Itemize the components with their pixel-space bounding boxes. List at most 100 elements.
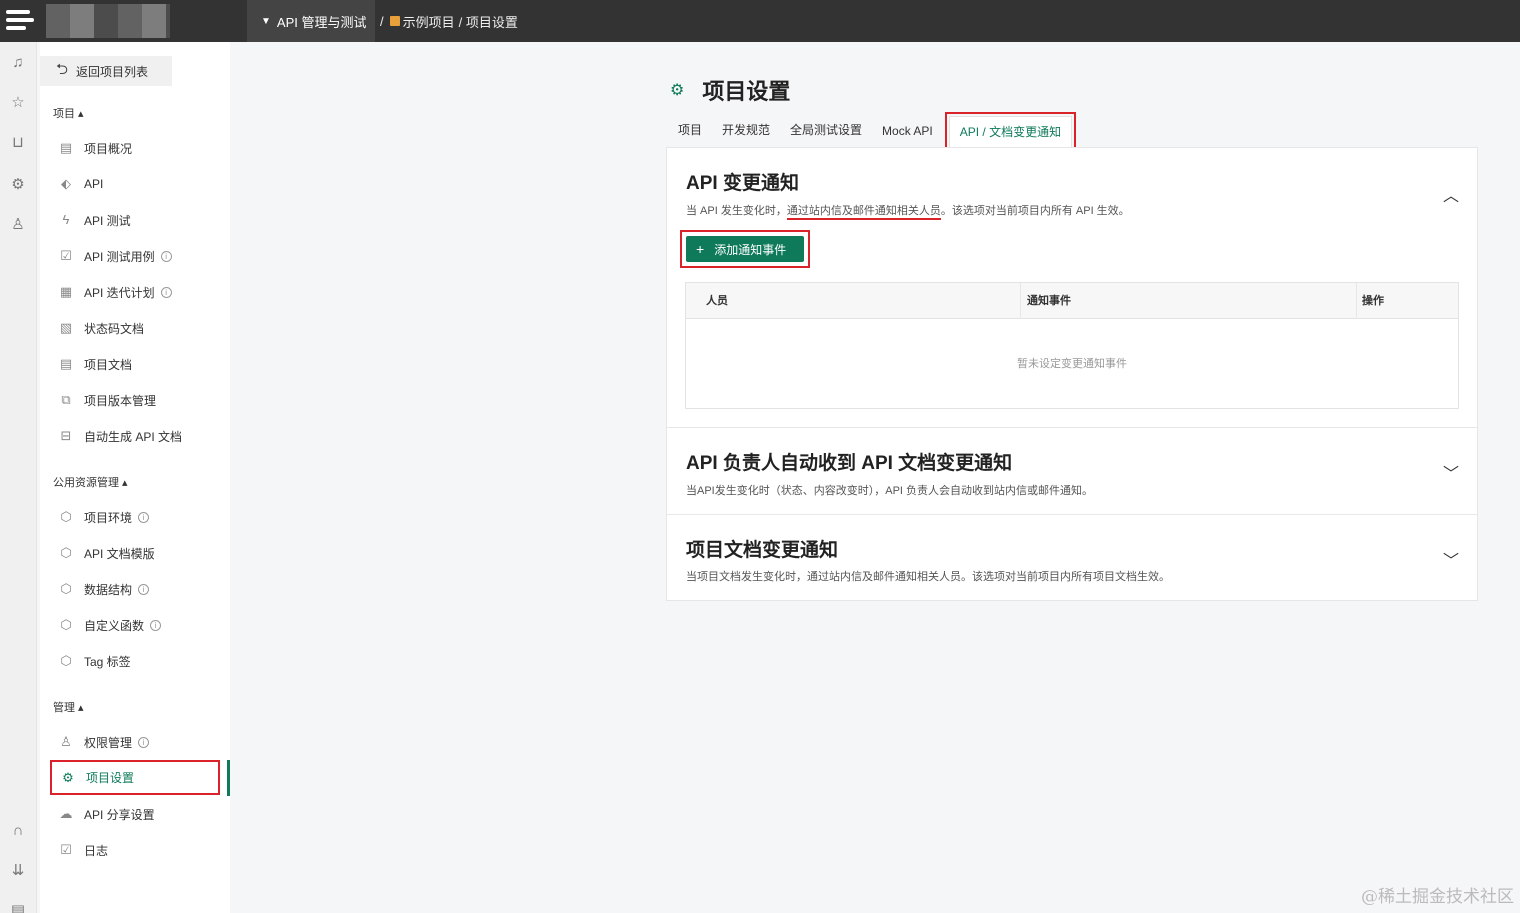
breadcrumb-project[interactable]: 示例项目 [403, 12, 455, 31]
keyboard-icon[interactable]: ▤ [9, 902, 27, 913]
info-icon[interactable]: i [138, 736, 150, 748]
nav-api-test-case[interactable]: ☑ API 测试用例 i [50, 241, 220, 271]
section-project-title[interactable]: 项目 ▴ [53, 105, 84, 121]
empty-state: 暂未设定变更通知事件 [1017, 358, 1127, 370]
breadcrumb: / 示例项目 / 项目设置 [380, 0, 518, 42]
table-header: 人员 通知事件 操作 [686, 283, 1458, 319]
chevron-up-icon[interactable]: ︿ [1443, 182, 1459, 206]
document-icon: ▧ [59, 320, 73, 335]
inbox-icon[interactable]: ⊔ [9, 134, 27, 152]
tab-change-notify[interactable]: API / 文档变更通知 [944, 112, 1077, 152]
active-indicator [227, 760, 230, 796]
panel-title: API 负责人自动收到 API 文档变更通知 [686, 453, 1013, 474]
panel-description: 当 API 发生变化时，通过站内信及邮件通知相关人员。该选项对当前项目内所有 A… [686, 202, 1130, 220]
nav-permissions[interactable]: ♙ 权限管理 i [50, 727, 220, 757]
back-to-projects-button[interactable]: ⮌ 返回项目列表 [40, 56, 172, 86]
project-sidebar: ⮌ 返回项目列表 项目 ▴ ▤ 项目概况 ⬖ API ϟ API 测试 ☑ API 测试… [40, 42, 230, 913]
nav-project-overview[interactable]: ▤ 项目概况 [50, 133, 220, 163]
nav-project-settings[interactable]: ⚙ 项目设置 [50, 760, 220, 795]
watermark: @稀土掘金技术社区 [1361, 887, 1514, 907]
nav-custom-function[interactable]: ⬡ 自定义函数 i [50, 610, 220, 640]
panel-title: 项目文档变更通知 [686, 540, 839, 561]
page-title: ⚙ 项目设置 [670, 79, 791, 104]
chevron-down-icon[interactable]: ﹀ [1443, 460, 1459, 484]
lightning-icon: ϟ [62, 212, 70, 227]
panel-description: 当API发生变化时（状态、内容改变时），API 负责人会自动收到站内信或邮件通知… [686, 485, 1094, 497]
cube-icon: ⬡ [60, 545, 72, 560]
plus-icon: + [696, 241, 705, 257]
breadcrumb-page: / 项目设置 [458, 14, 518, 30]
col-person: 人员 [686, 283, 1021, 319]
section-manage-title[interactable]: 管理 ▴ [53, 699, 84, 715]
info-icon[interactable]: i [160, 286, 172, 298]
nav-api-iteration[interactable]: ▦ API 迭代计划 i [50, 277, 220, 307]
logo-icon[interactable] [0, 0, 40, 42]
tab-dev-spec[interactable]: 开发规范 [712, 116, 780, 148]
cube-icon: ⬡ [60, 581, 72, 596]
cloud-icon: ☁ [59, 806, 73, 821]
add-button-highlight: + 添加通知事件 [680, 230, 810, 268]
breadcrumb-separator: / [380, 13, 384, 29]
file-icon: ▤ [59, 356, 73, 371]
collapse-icon[interactable]: ⇊ [9, 862, 27, 880]
panel-description: 当项目文档发生变化时，通过站内信及邮件通知相关人员。该选项对当前项目内所有项目文… [686, 571, 1170, 583]
nav-logs[interactable]: ☑ 日志 [50, 835, 220, 865]
nav-api[interactable]: ⬖ API [50, 169, 220, 199]
versions-icon: ⧉ [61, 392, 71, 407]
col-event: 通知事件 [1021, 283, 1357, 319]
gear-icon: ⚙ [670, 82, 685, 99]
section-public-title[interactable]: 公用资源管理 ▴ [53, 474, 128, 490]
top-bar: ▼ API 管理与测试 / 示例项目 / 项目设置 [0, 0, 1520, 42]
star-icon[interactable]: ☆ [9, 94, 27, 112]
module-label: API 管理与测试 [276, 14, 367, 30]
back-label: 返回项目列表 [76, 64, 149, 79]
nav-api-test[interactable]: ϟ API 测试 [50, 205, 220, 235]
calendar-icon: ▦ [59, 284, 73, 299]
cube-icon: ⬡ [60, 653, 72, 668]
info-icon[interactable]: i [160, 250, 172, 262]
nav-api-doc-template[interactable]: ⬡ API 文档模版 [50, 538, 220, 568]
bell-icon[interactable]: ♫ [9, 54, 27, 72]
tab-mock-api[interactable]: Mock API [872, 116, 943, 148]
panel-title: API 变更通知 [686, 173, 799, 194]
panel-project-doc-notify[interactable]: 项目文档变更通知 当项目文档发生变化时，通过站内信及邮件通知相关人员。该选项对当… [667, 515, 1477, 601]
nav-version-manage[interactable]: ⧉ 项目版本管理 [50, 385, 220, 415]
tab-global-test[interactable]: 全局测试设置 [780, 116, 872, 148]
log-icon: ☑ [60, 842, 72, 857]
col-action: 操作 [1362, 295, 1384, 307]
tab-project[interactable]: 项目 [668, 116, 712, 148]
chevron-down-icon[interactable]: ﹀ [1443, 547, 1459, 571]
checklist-icon: ☑ [60, 248, 72, 263]
nav-project-env[interactable]: ⬡ 项目环境 i [50, 502, 220, 532]
project-gift-icon [389, 16, 400, 26]
blurred-workspace-name [46, 4, 170, 38]
add-user-icon[interactable]: ♙ [9, 216, 27, 234]
chevron-down-icon: ▼ [261, 15, 271, 27]
nav-auto-generate-doc[interactable]: ⊟ 自动生成 API 文档 [50, 421, 220, 451]
headset-icon[interactable]: ∩ [9, 822, 27, 840]
info-icon[interactable]: i [138, 583, 150, 595]
settings-card: API 变更通知 当 API 发生变化时，通过站内信及邮件通知相关人员。该选项对… [666, 147, 1478, 601]
api-icon: ⬖ [61, 176, 71, 191]
panel-owner-auto-notify[interactable]: API 负责人自动收到 API 文档变更通知 当API发生变化时（状态、内容改变… [667, 428, 1477, 515]
cube-icon: ⬡ [60, 617, 72, 632]
nav-tags[interactable]: ⬡ Tag 标签 [50, 646, 220, 676]
info-icon[interactable]: i [138, 511, 150, 523]
cube-icon: ⬡ [60, 509, 72, 524]
add-notify-event-button[interactable]: + 添加通知事件 [686, 236, 804, 262]
info-icon[interactable]: i [150, 619, 162, 631]
user-icon: ♙ [60, 734, 72, 749]
robot-icon: ⊟ [60, 428, 72, 443]
module-switcher-button[interactable]: ▼ API 管理与测试 [247, 0, 375, 42]
nav-data-structure[interactable]: ⬡ 数据结构 i [50, 574, 220, 604]
notify-table: 人员 通知事件 操作 暂未设定变更通知事件 [685, 282, 1459, 409]
settings-tabs: 项目 开发规范 全局测试设置 Mock API API / 文档变更通知 [668, 112, 1077, 152]
return-arrow-icon: ⮌ [56, 60, 69, 78]
settings-icon[interactable]: ⚙ [9, 176, 27, 194]
overview-icon: ▤ [59, 140, 73, 155]
nav-status-code-doc[interactable]: ▧ 状态码文档 [50, 313, 220, 343]
panel-api-change-notify: API 变更通知 当 API 发生变化时，通过站内信及邮件通知相关人员。该选项对… [667, 148, 1477, 428]
nav-api-share[interactable]: ☁ API 分享设置 [50, 799, 220, 829]
nav-project-doc[interactable]: ▤ 项目文档 [50, 349, 220, 379]
gear-icon: ⚙ [62, 769, 74, 785]
